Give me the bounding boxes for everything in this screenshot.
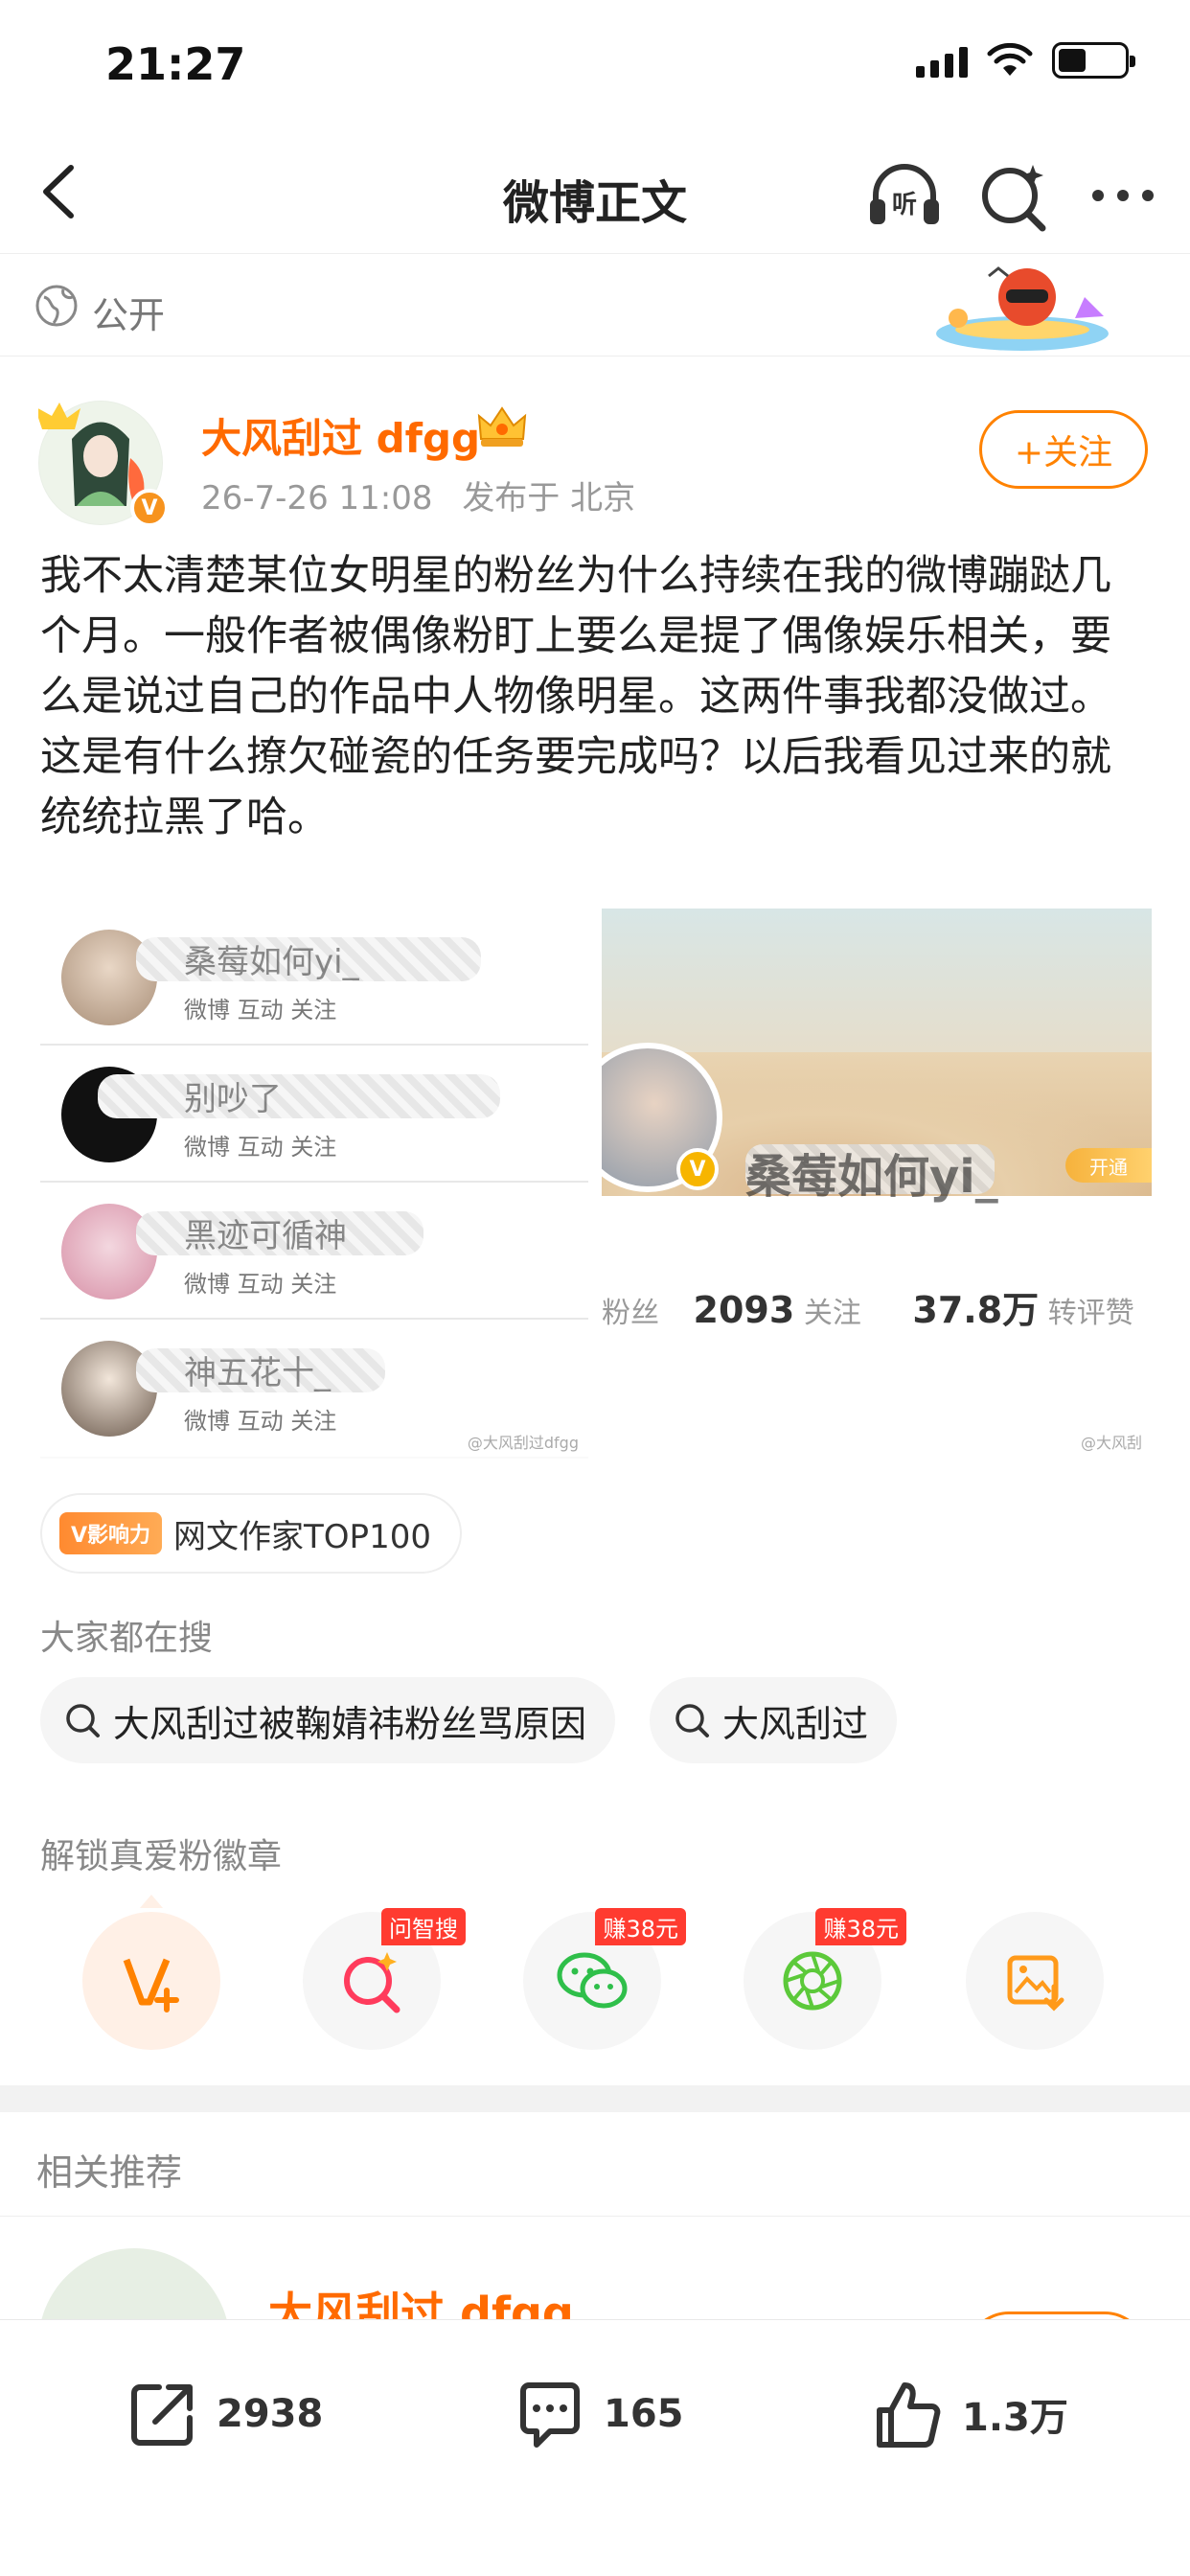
beach-sticker-icon — [936, 266, 1109, 351]
post-image-profile[interactable]: V 桑莓如何yi_ 开通 粉丝 2093 关注 37.8万 转评赞 @大风刮 — [602, 908, 1152, 1459]
like-count: 1.3万 — [962, 2396, 1068, 2440]
author-name[interactable]: 大风刮过 dfgg — [201, 406, 480, 465]
follower-row: 桑莓如何yi_ 微博 互动 关注 — [40, 908, 588, 1046]
post-images: 桑莓如何yi_ 微博 互动 关注 别吵了 微博 互动 关注 黑迹可循神 微博 互… — [40, 908, 1152, 1459]
author-row: V 大风刮过 dfgg 26-7-26 11:08 发布于 北京 +关注 — [0, 376, 1190, 529]
follower-name: 桑莓如何yi_ — [184, 943, 359, 981]
image-watermark: @大风刮过dfgg — [467, 1434, 579, 1452]
search-chip-label: 大风刮过 — [722, 1702, 869, 1745]
search-chip-label: 大风刮过被鞠婧祎粉丝骂原因 — [113, 1702, 587, 1745]
comment-count: 165 — [604, 2392, 684, 2436]
following-label: 关注 — [803, 1297, 861, 1330]
badge-row: 问智搜 赚38元 赚38元 — [0, 1895, 1190, 2056]
search-spark-icon — [982, 165, 1046, 232]
post-image-follower-list[interactable]: 桑莓如何yi_ 微博 互动 关注 别吵了 微博 互动 关注 黑迹可循神 微博 互… — [40, 908, 588, 1459]
search-section-label: 大家都在搜 — [40, 1619, 214, 1658]
thumbs-up-icon — [877, 2382, 941, 2448]
v-plus-icon — [123, 1958, 179, 2012]
search-chip[interactable]: 大风刮过 — [650, 1677, 898, 1763]
save-image-button[interactable] — [966, 1912, 1104, 2050]
image-watermark: @大风刮 — [1080, 1434, 1142, 1452]
post-date: 26-7-26 11:08 — [201, 479, 433, 518]
listen-button[interactable]: 听 — [864, 155, 945, 236]
influence-tag[interactable]: V影响力 网文作家TOP100 — [40, 1493, 462, 1574]
following-count: 2093 — [693, 1289, 795, 1331]
status-bar: 21:27 — [0, 0, 1190, 129]
verified-icon: V — [676, 1148, 719, 1190]
signal-icon — [916, 43, 968, 78]
post-meta: 26-7-26 11:08 发布于 北京 — [201, 472, 654, 518]
follower-meta: 微博 互动 关注 — [184, 1408, 337, 1435]
profile-name: 桑莓如何yi_ — [745, 1150, 998, 1204]
action-bar: 2938 165 1.3万 — [0, 2319, 1190, 2576]
profile-open-badge: 开通 — [1065, 1148, 1152, 1183]
headphones-icon: 听 — [870, 164, 939, 224]
smart-search-button[interactable] — [973, 155, 1054, 236]
battery-icon — [1052, 42, 1135, 79]
fans-label: 粉丝 — [602, 1297, 659, 1330]
verified-icon: V — [130, 489, 169, 527]
follower-meta: 微博 互动 关注 — [184, 997, 337, 1024]
visibility-row: 公开 — [0, 257, 1190, 356]
influence-badge: V影响力 — [59, 1512, 163, 1554]
more-button[interactable] — [1083, 155, 1163, 236]
repost-count: 2938 — [217, 2392, 324, 2436]
svg-text:听: 听 — [892, 191, 917, 219]
more-dots-icon — [1092, 190, 1154, 201]
search-icon — [675, 1704, 709, 1737]
profile-stats: 粉丝 2093 关注 37.8万 转评赞 — [602, 1280, 1152, 1333]
wechat-share-button[interactable]: 赚38元 — [523, 1908, 686, 2050]
badge-section-label: 解锁真爱粉徽章 — [40, 1837, 283, 1876]
wifi-icon — [987, 43, 1033, 76]
badge-tag: 赚38元 — [815, 1908, 906, 1945]
ask-search-icon — [344, 1952, 400, 2013]
fan-badge-button[interactable] — [82, 1895, 220, 2050]
influence-text: 网文作家TOP100 — [173, 1517, 431, 1556]
selection-pointer — [140, 1895, 163, 1908]
ask-search-button[interactable]: 问智搜 — [303, 1908, 466, 2050]
related-label: 相关推荐 — [36, 2151, 183, 2194]
likes-count: 37.8万 — [912, 1289, 1040, 1331]
follower-name: 黑迹可循神 — [184, 1217, 347, 1255]
status-time: 21:27 — [105, 38, 246, 90]
vip-crown-icon[interactable] — [475, 404, 529, 448]
moments-share-button[interactable]: 赚38元 — [744, 1908, 906, 2050]
status-icons — [916, 42, 1135, 79]
badge-tag: 赚38元 — [595, 1908, 686, 1945]
comment-button[interactable]: 165 — [514, 2378, 684, 2450]
search-chip[interactable]: 大风刮过被鞠婧祎粉丝骂原因 — [40, 1677, 616, 1763]
repost-icon — [131, 2384, 193, 2446]
search-icon — [66, 1704, 100, 1737]
follow-button[interactable]: +关注 — [979, 410, 1148, 489]
follower-meta: 微博 互动 关注 — [184, 1134, 337, 1161]
badge-tag: 问智搜 — [381, 1908, 466, 1945]
comment-icon — [520, 2382, 580, 2448]
moments-icon — [783, 1951, 842, 2011]
blur-mask — [98, 1074, 500, 1118]
follower-row: 别吵了 微博 互动 关注 — [40, 1046, 588, 1183]
divider-line — [0, 2216, 1190, 2217]
follower-meta: 微博 互动 关注 — [184, 1271, 337, 1298]
section-divider — [0, 2085, 1190, 2112]
nav-actions: 听 — [864, 155, 1163, 236]
like-button[interactable]: 1.3万 — [872, 2378, 1068, 2450]
visibility-label: 公开 — [92, 294, 166, 336]
globe-icon — [35, 285, 78, 327]
follower-row: 黑迹可循神 微博 互动 关注 — [40, 1183, 588, 1320]
avatar[interactable]: V — [38, 401, 169, 527]
nav-bar: 微博正文 听 — [0, 134, 1190, 254]
follower-name: 别吵了 — [184, 1080, 282, 1118]
repost-button[interactable]: 2938 — [126, 2378, 323, 2450]
post-location: 发布于 北京 — [462, 479, 636, 518]
likes-label: 转评赞 — [1047, 1297, 1134, 1330]
save-image-icon — [1007, 1955, 1064, 2012]
post-text: 我不太清楚某位女明星的粉丝为什么持续在我的微博蹦跶几个月。一般作者被偶像粉盯上要… — [40, 552, 1111, 841]
wechat-icon — [557, 1952, 628, 2009]
follower-name: 神五花十_ — [184, 1354, 331, 1392]
